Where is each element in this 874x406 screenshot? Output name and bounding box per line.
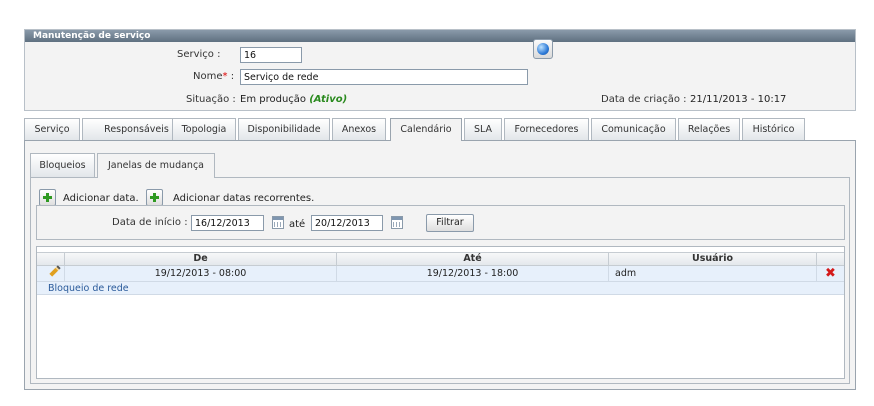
start-date-label: Data de início :: [112, 217, 188, 228]
pencil-icon[interactable]: [49, 265, 61, 277]
nome-label-text: Nome: [193, 71, 223, 82]
tab-comunicacao[interactable]: Comunicação: [591, 118, 676, 140]
delete-cell[interactable]: ✖: [817, 266, 844, 281]
start-date-field[interactable]: 16/12/2013: [191, 215, 264, 231]
data-criacao-label: Data de criação :: [601, 94, 687, 105]
add-recurring-button[interactable]: [146, 189, 163, 206]
add-date-button[interactable]: [39, 189, 56, 206]
subtab-janelas-de-mudanca[interactable]: Janelas de mudança: [97, 153, 215, 178]
tab-historico[interactable]: Histórico: [742, 118, 805, 140]
servico-field[interactable]: 16: [240, 47, 302, 63]
tab-anexos[interactable]: Anexos: [332, 118, 386, 140]
required-marker: *: [222, 71, 228, 82]
row-description: Bloqueio de rede: [37, 282, 844, 295]
edit-cell[interactable]: [37, 265, 65, 281]
situacao-text: Em produção: [240, 94, 307, 105]
nome-colon: :: [230, 71, 235, 82]
data-criacao-value: 21/11/2013 - 10:17: [690, 94, 787, 105]
header-usuario[interactable]: Usuário: [609, 253, 817, 265]
cell-ate: 19/12/2013 - 18:00: [337, 266, 609, 281]
header-delete-col: [817, 253, 844, 265]
panel-title: Manutenção de serviço: [25, 30, 855, 42]
nome-field[interactable]: Serviço de rede: [240, 69, 528, 85]
delete-x-icon[interactable]: ✖: [825, 267, 836, 280]
nome-label: Nome* :: [193, 68, 234, 86]
calendar-icon[interactable]: [391, 216, 403, 229]
tab-relacoes[interactable]: Relações: [678, 118, 740, 140]
servico-label: Serviço :: [177, 49, 221, 60]
plus-icon: [43, 193, 52, 202]
cell-de: 19/12/2013 - 08:00: [65, 266, 337, 281]
end-date-field[interactable]: 20/12/2013: [311, 215, 383, 231]
header-edit-col: [37, 253, 65, 265]
header-de[interactable]: De: [65, 253, 337, 265]
situacao-value: Em produção (Ativo): [240, 91, 347, 109]
filter-button[interactable]: Filtrar: [426, 214, 474, 232]
globe-icon: [537, 43, 549, 55]
calendar-icon[interactable]: [272, 216, 284, 229]
change-windows-grid: De Até Usuário 19/12/2013 - 08:00 19/12/…: [36, 246, 845, 379]
cell-usuario: adm: [609, 266, 817, 281]
grid-header: De Até Usuário: [37, 252, 844, 266]
status-badge: (Ativo): [309, 94, 348, 105]
subtab-bloqueios[interactable]: Bloqueios: [30, 153, 95, 177]
situacao-label: Situação :: [186, 94, 236, 105]
header-ate[interactable]: Até: [337, 253, 609, 265]
tab-disponibilidade[interactable]: Disponibilidade: [238, 118, 330, 140]
tab-servico[interactable]: Serviço: [24, 118, 80, 140]
plus-icon: [150, 193, 159, 202]
tab-sla[interactable]: SLA: [464, 118, 502, 140]
tab-calendario[interactable]: Calendário: [390, 118, 462, 141]
globe-button[interactable]: [533, 39, 553, 59]
tab-topologia[interactable]: Topologia: [172, 118, 236, 140]
until-label: até: [289, 219, 306, 230]
tab-fornecedores[interactable]: Fornecedores: [504, 118, 589, 140]
table-row[interactable]: 19/12/2013 - 08:00 19/12/2013 - 18:00 ad…: [37, 265, 844, 282]
